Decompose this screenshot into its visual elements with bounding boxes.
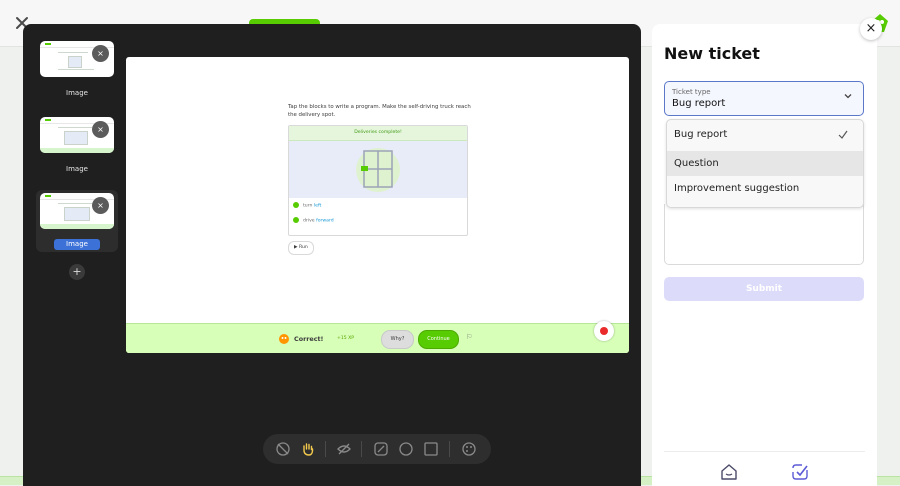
thumbnail-label: Image <box>66 89 88 97</box>
ticket-check-icon[interactable] <box>790 462 810 482</box>
thumbnail-label: Image <box>66 165 88 173</box>
mascot-icon <box>279 334 289 344</box>
option-bug-report[interactable]: Bug report <box>667 122 863 147</box>
xp-earned: +15 XP <box>337 336 355 341</box>
home-icon[interactable] <box>719 462 739 482</box>
submit-button[interactable]: Submit <box>664 277 864 301</box>
run-button: ▶ Run <box>288 241 314 255</box>
eye-off-icon[interactable] <box>336 441 352 457</box>
remove-thumbnail-button[interactable]: × <box>92 45 109 62</box>
thumbnail-label-selected: Image <box>54 239 100 250</box>
ticket-type-dropdown: Bug report Question Improvement suggesti… <box>666 119 864 208</box>
new-ticket-panel: × New ticket Ticket type Bug report Bug … <box>652 18 882 486</box>
record-indicator-icon <box>594 321 614 341</box>
palette-icon[interactable] <box>461 441 477 457</box>
thumbnail-list: × Image × Image × Image + <box>23 24 133 324</box>
result-text: Correct! <box>294 335 324 343</box>
option-question[interactable]: Question <box>667 151 863 176</box>
deliveries-banner: Deliveries complete! <box>289 126 467 141</box>
lesson-panel: Deliveries complete! turn left drive for… <box>288 125 468 236</box>
hide-icon[interactable] <box>275 441 291 457</box>
chevron-down-icon <box>843 91 853 104</box>
flag-icon: ⚐ <box>466 333 473 341</box>
command-block: turn left <box>293 202 321 209</box>
close-panel-button[interactable]: × <box>860 18 882 40</box>
continue-button: Continue <box>418 330 459 349</box>
add-image-button[interactable]: + <box>69 264 85 280</box>
square-icon[interactable] <box>423 441 439 457</box>
description-field[interactable] <box>664 204 864 265</box>
result-footer: Correct! +15 XP Why? Continue ⚐ <box>126 323 629 353</box>
hand-icon[interactable] <box>300 441 316 457</box>
screenshot-canvas[interactable]: Tap the blocks to write a program. Make … <box>126 57 629 353</box>
toolbar-divider <box>325 441 326 457</box>
ticket-type-label: Ticket type <box>672 88 711 96</box>
delivery-map <box>289 141 467 198</box>
panel-divider <box>664 451 865 452</box>
circle-icon[interactable] <box>398 441 414 457</box>
why-button: Why? <box>381 330 414 349</box>
command-block: drive forward <box>293 217 334 224</box>
toolbar-divider <box>361 441 362 457</box>
remove-thumbnail-button[interactable]: × <box>92 121 109 138</box>
screenshot-editor: × Image × Image × Image + Tap the blocks… <box>23 24 641 486</box>
annotation-toolbar <box>263 434 491 464</box>
pen-icon[interactable] <box>373 441 389 457</box>
ticket-type-select[interactable]: Ticket type Bug report <box>664 81 864 116</box>
option-improvement-suggestion[interactable]: Improvement suggestion <box>667 176 863 201</box>
lesson-instructions: Tap the blocks to write a program. Make … <box>288 104 471 119</box>
remove-thumbnail-button[interactable]: × <box>92 197 109 214</box>
panel-title: New ticket <box>664 44 760 63</box>
toolbar-divider <box>449 441 450 457</box>
ticket-type-value: Bug report <box>672 98 726 109</box>
